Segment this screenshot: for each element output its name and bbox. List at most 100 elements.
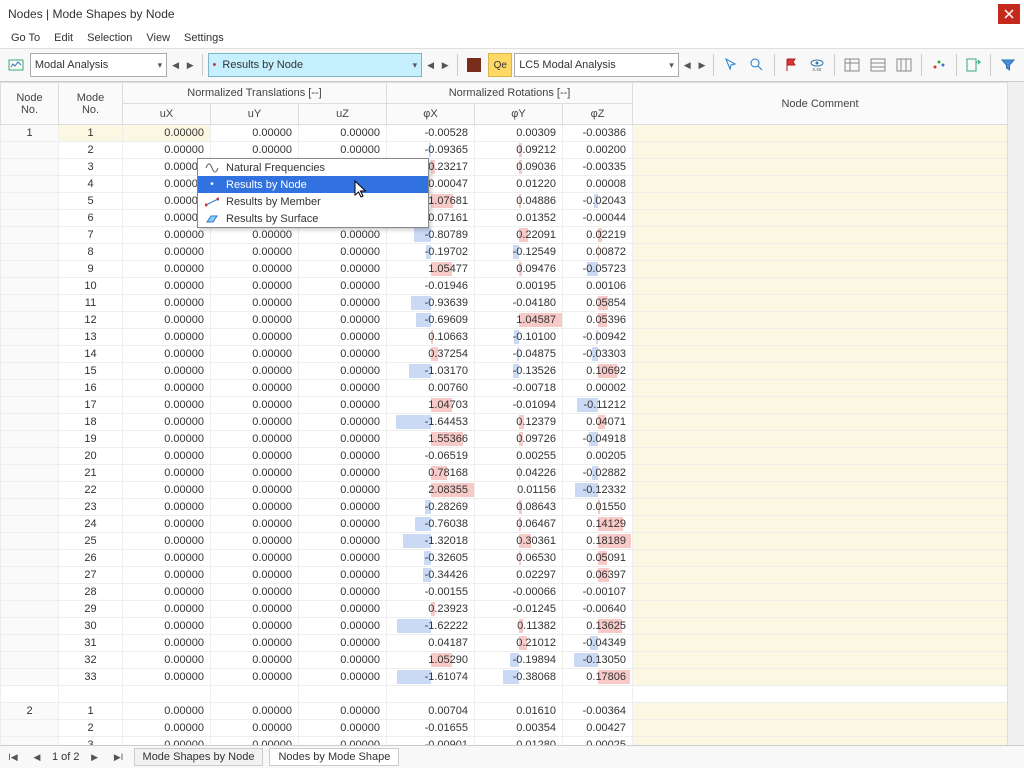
table2-icon[interactable] — [866, 53, 890, 77]
table-cell[interactable] — [1, 601, 59, 618]
table-cell[interactable]: 0.00000 — [123, 465, 211, 482]
table-cell[interactable]: -0.13526 — [475, 363, 563, 380]
table-cell[interactable]: 0.00000 — [211, 737, 299, 746]
dropdown-item[interactable]: •Results by Node — [198, 176, 428, 193]
table-cell[interactable] — [1, 176, 59, 193]
table-row[interactable]: 170.000000.000000.000001.04703-0.01094-0… — [1, 397, 1024, 414]
table-cell[interactable]: 0.04187 — [387, 635, 475, 652]
table-cell[interactable]: 0.00000 — [123, 346, 211, 363]
table-cell[interactable] — [1, 550, 59, 567]
table-cell[interactable] — [633, 159, 1008, 176]
table-cell[interactable] — [633, 244, 1008, 261]
table-cell[interactable]: 0.00000 — [299, 737, 387, 746]
col-py[interactable]: φY — [475, 104, 563, 125]
table-cell[interactable]: -0.12549 — [475, 244, 563, 261]
menu-settings[interactable]: Settings — [177, 30, 231, 46]
table-cell[interactable]: 0.09726 — [475, 431, 563, 448]
table-cell[interactable]: -0.03303 — [563, 346, 633, 363]
table-cell[interactable]: 0.00000 — [123, 550, 211, 567]
table-cell[interactable]: 0.00000 — [211, 227, 299, 244]
menu-edit[interactable]: Edit — [47, 30, 80, 46]
table-cell[interactable]: 2 — [1, 703, 59, 720]
table-cell[interactable]: 0.00000 — [211, 669, 299, 686]
table-cell[interactable]: -0.12332 — [563, 482, 633, 499]
table-cell[interactable]: 0.05854 — [563, 295, 633, 312]
table-cell[interactable]: 0.00000 — [123, 601, 211, 618]
menu-view[interactable]: View — [139, 30, 177, 46]
table-cell[interactable]: 0.00000 — [299, 278, 387, 295]
table-cell[interactable] — [1, 669, 59, 686]
table-cell[interactable]: 0.00000 — [211, 618, 299, 635]
table-cell[interactable]: -1.32018 — [387, 533, 475, 550]
table-cell[interactable]: 6 — [59, 210, 123, 227]
table-cell[interactable] — [633, 669, 1008, 686]
table-cell[interactable]: 1.05290 — [387, 652, 475, 669]
table-cell[interactable]: 0.00000 — [211, 516, 299, 533]
table-cell[interactable]: 0.04071 — [563, 414, 633, 431]
table-cell[interactable] — [633, 550, 1008, 567]
table-cell[interactable]: 0.00000 — [299, 499, 387, 516]
table-cell[interactable]: 0.00000 — [299, 720, 387, 737]
table-cell[interactable] — [633, 567, 1008, 584]
table-cell[interactable]: 0.00000 — [211, 312, 299, 329]
table-cell[interactable]: 16 — [59, 380, 123, 397]
prev-page-button[interactable]: ◀ — [28, 748, 46, 766]
col-group-rot[interactable]: Normalized Rotations [--] — [387, 83, 633, 104]
table-cell[interactable]: 0.05396 — [563, 312, 633, 329]
table-cell[interactable]: 0.00000 — [123, 652, 211, 669]
last-page-button[interactable]: ▶I — [110, 748, 128, 766]
scatter-icon[interactable] — [927, 53, 951, 77]
table-cell[interactable]: 17 — [59, 397, 123, 414]
menu-go-to[interactable]: Go To — [4, 30, 47, 46]
table-cell[interactable]: 0.06530 — [475, 550, 563, 567]
table-cell[interactable]: -0.32605 — [387, 550, 475, 567]
table-cell[interactable]: 0.00000 — [299, 397, 387, 414]
table-cell[interactable]: 32 — [59, 652, 123, 669]
table-cell[interactable] — [1, 227, 59, 244]
table-cell[interactable]: 10 — [59, 278, 123, 295]
vertical-scrollbar[interactable] — [1007, 82, 1024, 745]
table-cell[interactable]: 0.00000 — [211, 584, 299, 601]
next-analysis-button[interactable]: ▶ — [184, 54, 197, 76]
table-cell[interactable] — [1, 380, 59, 397]
table-cell[interactable]: 0.00000 — [299, 142, 387, 159]
table-cell[interactable] — [1, 567, 59, 584]
table-cell[interactable] — [633, 125, 1008, 142]
color-swatch[interactable] — [463, 53, 487, 77]
table-cell[interactable] — [1, 210, 59, 227]
col-px[interactable]: φX — [387, 104, 475, 125]
table-cell[interactable] — [633, 397, 1008, 414]
table-cell[interactable]: 13 — [59, 329, 123, 346]
table-row[interactable]: 280.000000.000000.00000-0.00155-0.00066-… — [1, 584, 1024, 601]
table-cell[interactable]: 0.02219 — [563, 227, 633, 244]
table-cell[interactable] — [633, 176, 1008, 193]
table-cell[interactable]: 0.06397 — [563, 567, 633, 584]
prev-lc-button[interactable]: ◀ — [681, 54, 694, 76]
table-cell[interactable]: 0.00000 — [123, 125, 211, 142]
table-cell[interactable]: 0.00000 — [123, 533, 211, 550]
table-cell[interactable]: 0.12379 — [475, 414, 563, 431]
table-row[interactable]: 110.000000.000000.00000-0.93639-0.041800… — [1, 295, 1024, 312]
table-cell[interactable]: 0.00000 — [123, 312, 211, 329]
table-cell[interactable]: 0.00000 — [211, 448, 299, 465]
table-cell[interactable]: 0.17806 — [563, 669, 633, 686]
table-cell[interactable]: -0.80789 — [387, 227, 475, 244]
table-cell[interactable] — [1, 312, 59, 329]
table-cell[interactable] — [1, 295, 59, 312]
table-cell[interactable]: 23 — [59, 499, 123, 516]
table-cell[interactable]: 0.00000 — [123, 244, 211, 261]
table-cell[interactable]: 0.00000 — [299, 567, 387, 584]
table-cell[interactable] — [1, 159, 59, 176]
table-cell[interactable]: 0.05091 — [563, 550, 633, 567]
table-cell[interactable]: 0.00000 — [211, 125, 299, 142]
table-row[interactable]: 120.000000.000000.00000-0.696091.045870.… — [1, 312, 1024, 329]
table-row[interactable]: 60.000000.000000.000000.071610.01352-0.0… — [1, 210, 1024, 227]
table-cell[interactable] — [633, 414, 1008, 431]
table-cell[interactable]: -0.02882 — [563, 465, 633, 482]
table-cell[interactable] — [1, 244, 59, 261]
table-row[interactable]: 150.000000.000000.00000-1.03170-0.135260… — [1, 363, 1024, 380]
table-cell[interactable]: 29 — [59, 601, 123, 618]
table-cell[interactable]: 0.04886 — [475, 193, 563, 210]
table-cell[interactable]: 0.00000 — [211, 142, 299, 159]
table-row[interactable]: 330.000000.000000.00000-1.61074-0.380680… — [1, 669, 1024, 686]
